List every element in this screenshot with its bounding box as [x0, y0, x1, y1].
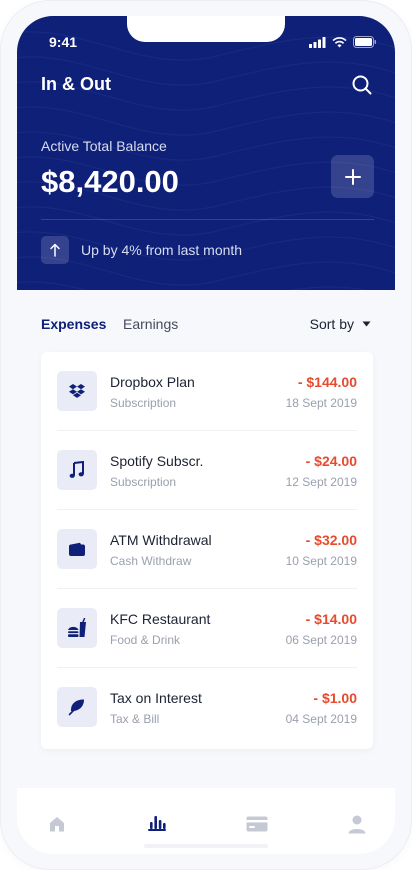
balance-header: 9:41 In & Out Active Total Balance $8,42… — [17, 16, 395, 290]
wallet-icon — [69, 542, 85, 556]
nav-home[interactable] — [45, 812, 69, 836]
caret-down-icon — [362, 321, 371, 327]
transaction-row[interactable]: ATM Withdrawal Cash Withdraw - $32.00 10… — [41, 510, 373, 589]
home-indicator — [144, 844, 268, 848]
transaction-date: 06 Sept 2019 — [285, 633, 357, 647]
user-icon — [348, 815, 366, 833]
balance-label: Active Total Balance — [41, 138, 167, 154]
transaction-row[interactable]: KFC Restaurant Food & Drink - $14.00 06 … — [41, 589, 373, 668]
trend-up-badge — [41, 236, 69, 264]
phone-frame: 9:41 In & Out Active Total Balance $8,42… — [0, 0, 412, 870]
transaction-icon-badge — [57, 371, 97, 411]
transaction-name: ATM Withdrawal — [110, 532, 212, 548]
dropbox-icon — [69, 384, 85, 398]
transaction-category: Food & Drink — [110, 633, 181, 647]
sort-by-dropdown[interactable]: Sort by — [310, 316, 371, 332]
device-notch — [127, 16, 285, 42]
card-icon — [246, 816, 268, 832]
transaction-date: 04 Sept 2019 — [285, 712, 357, 726]
transaction-row[interactable]: Spotify Subscr. Subscription - $24.00 12… — [41, 431, 373, 510]
transaction-category: Subscription — [110, 475, 177, 489]
nav-profile[interactable] — [345, 812, 369, 836]
status-time: 9:41 — [49, 34, 78, 50]
transaction-icon-badge — [57, 450, 97, 490]
signal-icon — [309, 36, 326, 48]
transaction-row[interactable]: Tax on Interest Tax & Bill - $1.00 04 Se… — [41, 668, 373, 747]
tab-expenses[interactable]: Expenses — [41, 316, 106, 332]
tab-earnings[interactable]: Earnings — [123, 316, 178, 332]
transaction-date: 18 Sept 2019 — [285, 396, 357, 410]
transaction-date: 12 Sept 2019 — [285, 475, 357, 489]
music-note-icon — [69, 461, 84, 478]
header-divider — [41, 219, 374, 220]
wifi-icon — [332, 36, 347, 47]
add-button[interactable] — [331, 155, 374, 198]
fast-food-icon — [68, 618, 86, 637]
transaction-category: Tax & Bill — [110, 712, 160, 726]
search-button[interactable] — [351, 74, 373, 96]
nav-stats[interactable] — [145, 812, 169, 836]
transaction-date: 10 Sept 2019 — [285, 554, 357, 568]
plus-icon — [344, 168, 361, 185]
transaction-name: KFC Restaurant — [110, 611, 211, 627]
balance-value: $8,420.00 — [41, 164, 179, 199]
search-icon — [352, 75, 372, 95]
nav-cards[interactable] — [245, 812, 269, 836]
transaction-category: Cash Withdraw — [110, 554, 192, 568]
transaction-icon-badge — [57, 529, 97, 569]
transaction-icon-badge — [57, 608, 97, 648]
transaction-category: Subscription — [110, 396, 177, 410]
bar-chart-icon — [148, 816, 166, 831]
transactions-card: Dropbox Plan Subscription - $144.00 18 S… — [41, 352, 373, 749]
arrow-up-icon — [50, 243, 60, 257]
sort-by-label: Sort by — [309, 316, 354, 332]
transaction-name: Spotify Subscr. — [110, 453, 204, 469]
battery-icon — [353, 36, 376, 48]
status-icons — [309, 36, 377, 48]
transaction-amount: - $14.00 — [305, 611, 357, 627]
transaction-amount: - $1.00 — [313, 690, 357, 706]
leaf-icon — [68, 699, 84, 716]
trend-text: Up by 4% from last month — [81, 242, 243, 258]
app-screen: 9:41 In & Out Active Total Balance $8,42… — [17, 16, 395, 854]
home-icon — [50, 817, 64, 832]
bottom-nav — [17, 788, 395, 854]
transaction-name: Tax on Interest — [110, 690, 202, 706]
transaction-name: Dropbox Plan — [110, 374, 195, 390]
transaction-row[interactable]: Dropbox Plan Subscription - $144.00 18 S… — [41, 352, 373, 431]
transaction-amount: - $24.00 — [305, 453, 357, 469]
transaction-icon-badge — [57, 687, 97, 727]
app-title: In & Out — [41, 74, 111, 94]
transaction-amount: - $32.00 — [305, 532, 357, 548]
transaction-amount: - $144.00 — [297, 374, 357, 390]
